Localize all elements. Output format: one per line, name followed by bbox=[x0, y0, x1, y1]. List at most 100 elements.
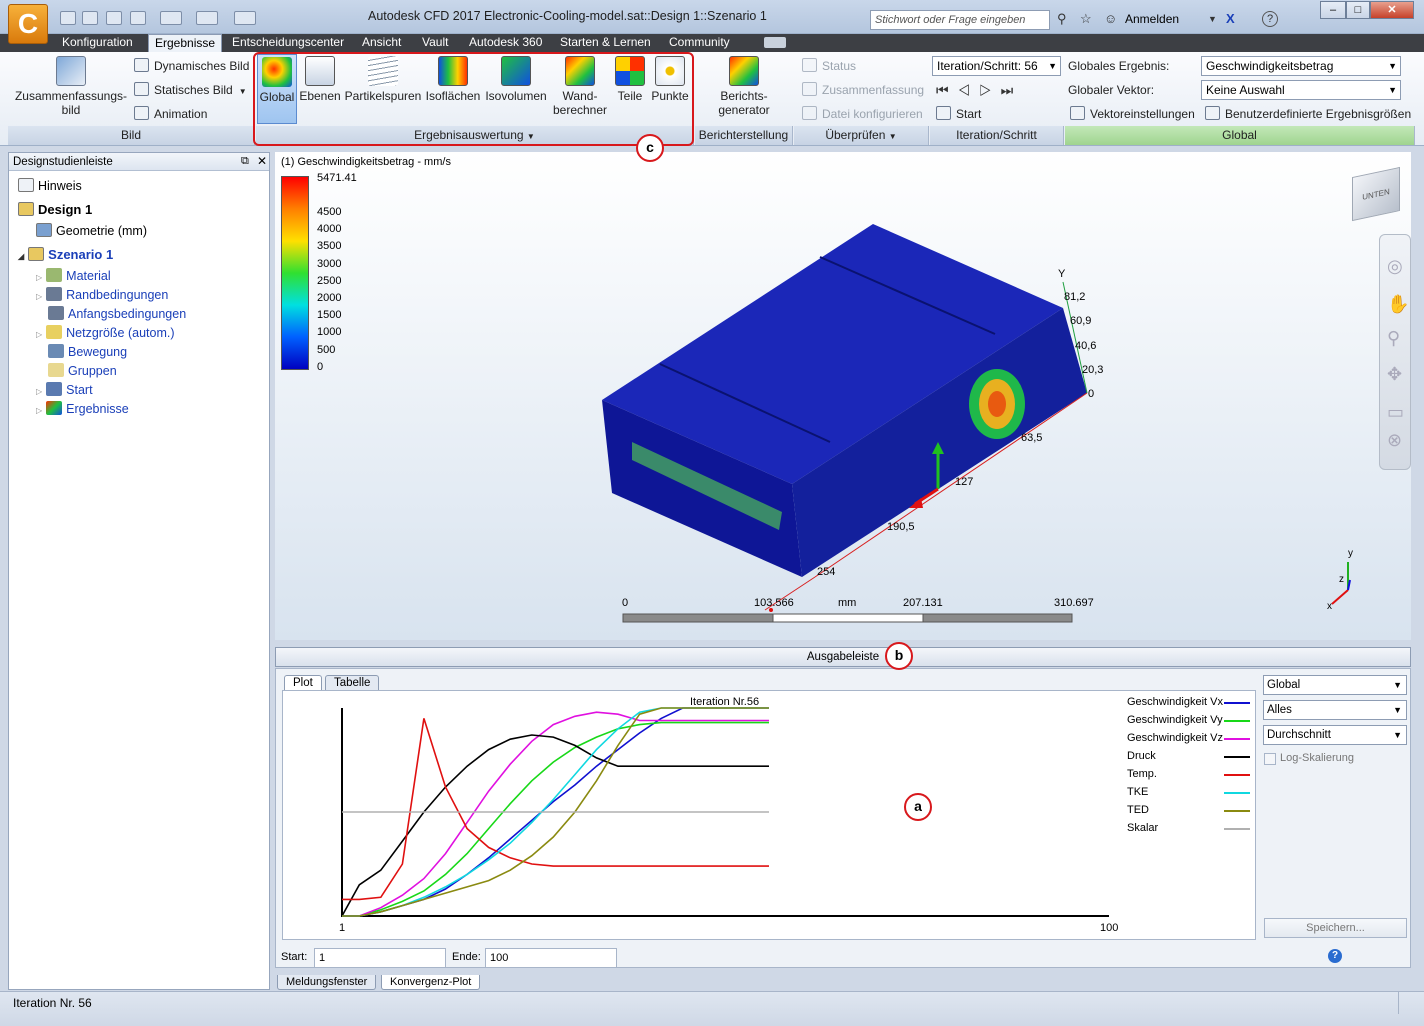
look-at-icon[interactable]: ⊗ bbox=[1387, 430, 1402, 451]
playback-controls[interactable]: ⏮◁▷⏭ bbox=[936, 82, 1022, 99]
user-icon[interactable]: ☺ bbox=[1104, 11, 1117, 26]
vector-settings-button[interactable]: Vektoreinstellungen bbox=[1070, 105, 1195, 123]
open-file-icon[interactable] bbox=[82, 11, 98, 25]
tab-ansicht[interactable]: Ansicht bbox=[356, 34, 407, 52]
last-step-icon[interactable]: ⏭ bbox=[1001, 82, 1023, 98]
tab-table[interactable]: Tabelle bbox=[325, 675, 380, 691]
tab-message-window[interactable]: Meldungsfenster bbox=[277, 975, 377, 990]
close-button[interactable]: ✕ bbox=[1370, 1, 1414, 19]
legend-entry: Druck bbox=[1127, 750, 1156, 762]
animation-button[interactable]: Animation bbox=[134, 105, 207, 123]
tab-convergence-plot[interactable]: Konvergenz-Plot bbox=[381, 975, 481, 990]
static-image-button[interactable]: Statisches Bild ▼ bbox=[134, 81, 247, 99]
tree-item-material[interactable]: ▷ Material bbox=[36, 267, 111, 286]
minimize-button[interactable]: – bbox=[1320, 1, 1346, 19]
help-icon[interactable]: ? bbox=[1262, 11, 1278, 27]
summary-image-button[interactable]: Zusammenfassungs- bild bbox=[12, 54, 130, 124]
save-button[interactable]: Speichern... bbox=[1264, 918, 1407, 938]
tab-ergebnisse[interactable]: Ergebnisse bbox=[148, 34, 223, 52]
collapse-icon[interactable]: ◢ bbox=[18, 252, 24, 261]
initial-conditions-icon bbox=[48, 306, 64, 320]
dynamic-image-button[interactable]: Dynamisches Bild bbox=[134, 57, 249, 75]
summary-label: Zusammenfassung bbox=[822, 83, 925, 97]
select-icon[interactable] bbox=[160, 11, 182, 25]
close-panel-icon[interactable]: ✕ bbox=[257, 154, 267, 168]
tree-item-randbedingungen[interactable]: ▷ Randbedingungen bbox=[36, 286, 168, 305]
maximize-button[interactable]: □ bbox=[1346, 1, 1370, 19]
tab-vault[interactable]: Vault bbox=[416, 34, 454, 52]
tree-item-szenario-1[interactable]: ◢ Szenario 1 bbox=[18, 245, 113, 264]
application-menu-button[interactable]: C bbox=[8, 4, 48, 44]
pan-icon[interactable]: ✋ bbox=[1387, 294, 1409, 315]
tree-item-bewegung[interactable]: Bewegung bbox=[36, 343, 127, 362]
tree-item-ergebnisse[interactable]: ▷ Ergebnisse bbox=[36, 400, 129, 419]
tree-item-anfangsbedingungen[interactable]: Anfangsbedingungen bbox=[36, 305, 186, 324]
expand-icon[interactable]: ▷ bbox=[36, 406, 42, 415]
resize-grip[interactable] bbox=[1398, 992, 1416, 1014]
save-icon[interactable] bbox=[106, 11, 122, 25]
expand-icon[interactable]: ▷ bbox=[36, 292, 42, 301]
summary-button[interactable]: Zusammenfassung bbox=[802, 81, 924, 99]
legend-entry: TED bbox=[1127, 804, 1149, 816]
end-input[interactable]: 100 bbox=[485, 948, 617, 968]
tab-plot[interactable]: Plot bbox=[284, 675, 322, 691]
tab-autodesk-360[interactable]: Autodesk 360 bbox=[463, 34, 548, 52]
binoculars-icon[interactable]: ⚲ bbox=[1057, 11, 1067, 27]
x-axis-end-label: 100 bbox=[1100, 922, 1119, 934]
log-scale-checkbox[interactable] bbox=[1264, 753, 1276, 765]
custom-result-quantities-button[interactable]: Benutzerdefinierte Ergebnisgrößen bbox=[1205, 105, 1411, 123]
material-icon bbox=[46, 268, 63, 282]
tab-community[interactable]: Community bbox=[663, 34, 736, 52]
tree-item-start[interactable]: ▷ Start bbox=[36, 381, 93, 400]
first-step-icon[interactable]: ⏮ bbox=[936, 82, 958, 98]
filter-select[interactable]: Alles ▼ bbox=[1263, 700, 1407, 720]
global-vector-select[interactable]: Keine Auswahl ▼ bbox=[1201, 80, 1401, 100]
orbit-icon[interactable]: ✥ bbox=[1387, 364, 1402, 385]
report-generator-button[interactable]: Berichts- generator bbox=[700, 54, 788, 124]
exchange-icon[interactable]: X bbox=[1226, 11, 1235, 26]
scope-select[interactable]: Global ▼ bbox=[1263, 675, 1407, 695]
new-file-icon[interactable] bbox=[60, 11, 76, 25]
float-panel-icon[interactable]: ⧉ bbox=[241, 155, 249, 168]
help-icon[interactable]: ? bbox=[1328, 949, 1342, 963]
previous-step-icon[interactable]: ◁ bbox=[958, 82, 980, 98]
note-icon bbox=[18, 178, 34, 192]
star-icon[interactable]: ☆ bbox=[1080, 11, 1092, 27]
search-input[interactable]: Stichwort oder Frage eingeben bbox=[870, 10, 1050, 30]
sign-in-link[interactable]: Anmelden bbox=[1125, 12, 1179, 26]
steering-wheel-icon[interactable]: ◎ bbox=[1387, 256, 1403, 277]
start-input[interactable]: 1 bbox=[314, 948, 446, 968]
tree-item-geometry[interactable]: Geometrie (mm) bbox=[36, 222, 147, 241]
mode-select[interactable]: Durchschnitt ▼ bbox=[1263, 725, 1407, 745]
save-as-icon[interactable] bbox=[130, 11, 146, 25]
expand-icon[interactable]: ▷ bbox=[36, 273, 42, 282]
tree-item-design-1[interactable]: Design 1 bbox=[18, 200, 92, 219]
output-bar[interactable]: Ausgabeleiste bbox=[275, 647, 1411, 667]
zoom-icon[interactable]: ⚲ bbox=[1387, 328, 1400, 349]
start-button[interactable]: Start bbox=[936, 105, 981, 123]
axis-y-tick: 20,3 bbox=[1082, 364, 1104, 376]
group-label-ueberpruefen[interactable]: Überprüfen ▼ bbox=[794, 126, 929, 145]
tab-konfiguration[interactable]: Konfiguration bbox=[56, 34, 139, 52]
axis-x-tick: 127 bbox=[955, 476, 974, 488]
configure-file-button[interactable]: Datei konfigurieren bbox=[802, 105, 923, 123]
tab-entscheidungscenter[interactable]: Entscheidungscenter bbox=[226, 34, 350, 52]
fit-view-icon[interactable]: ▭ bbox=[1387, 402, 1404, 423]
view-icon[interactable] bbox=[196, 11, 218, 25]
axis-x-tick: 190,5 bbox=[887, 521, 915, 533]
expand-icon[interactable]: ▷ bbox=[36, 387, 42, 396]
tab-starten-lernen[interactable]: Starten & Lernen bbox=[554, 34, 657, 52]
ribbon-options-icon[interactable] bbox=[764, 37, 786, 48]
tree-item-hinweis[interactable]: Hinweis bbox=[18, 177, 82, 196]
status-button[interactable]: Status bbox=[802, 57, 856, 75]
tree-item-gruppen[interactable]: Gruppen bbox=[36, 362, 117, 381]
display-settings-icon[interactable] bbox=[234, 11, 256, 25]
next-step-icon[interactable]: ▷ bbox=[979, 82, 1001, 98]
expand-icon[interactable]: ▷ bbox=[36, 330, 42, 339]
iteration-step-select[interactable]: Iteration/Schritt: 56 ▼ bbox=[932, 56, 1061, 76]
tree-item-netzgroesse[interactable]: ▷ Netzgröße (autom.) bbox=[36, 324, 175, 343]
chevron-down-icon[interactable]: ▼ bbox=[1208, 14, 1217, 24]
output-bar-label: Ausgabeleiste bbox=[806, 651, 880, 663]
iteration-step-value: Iteration/Schritt: 56 bbox=[937, 59, 1038, 73]
global-result-select[interactable]: Geschwindigkeitsbetrag ▼ bbox=[1201, 56, 1401, 76]
